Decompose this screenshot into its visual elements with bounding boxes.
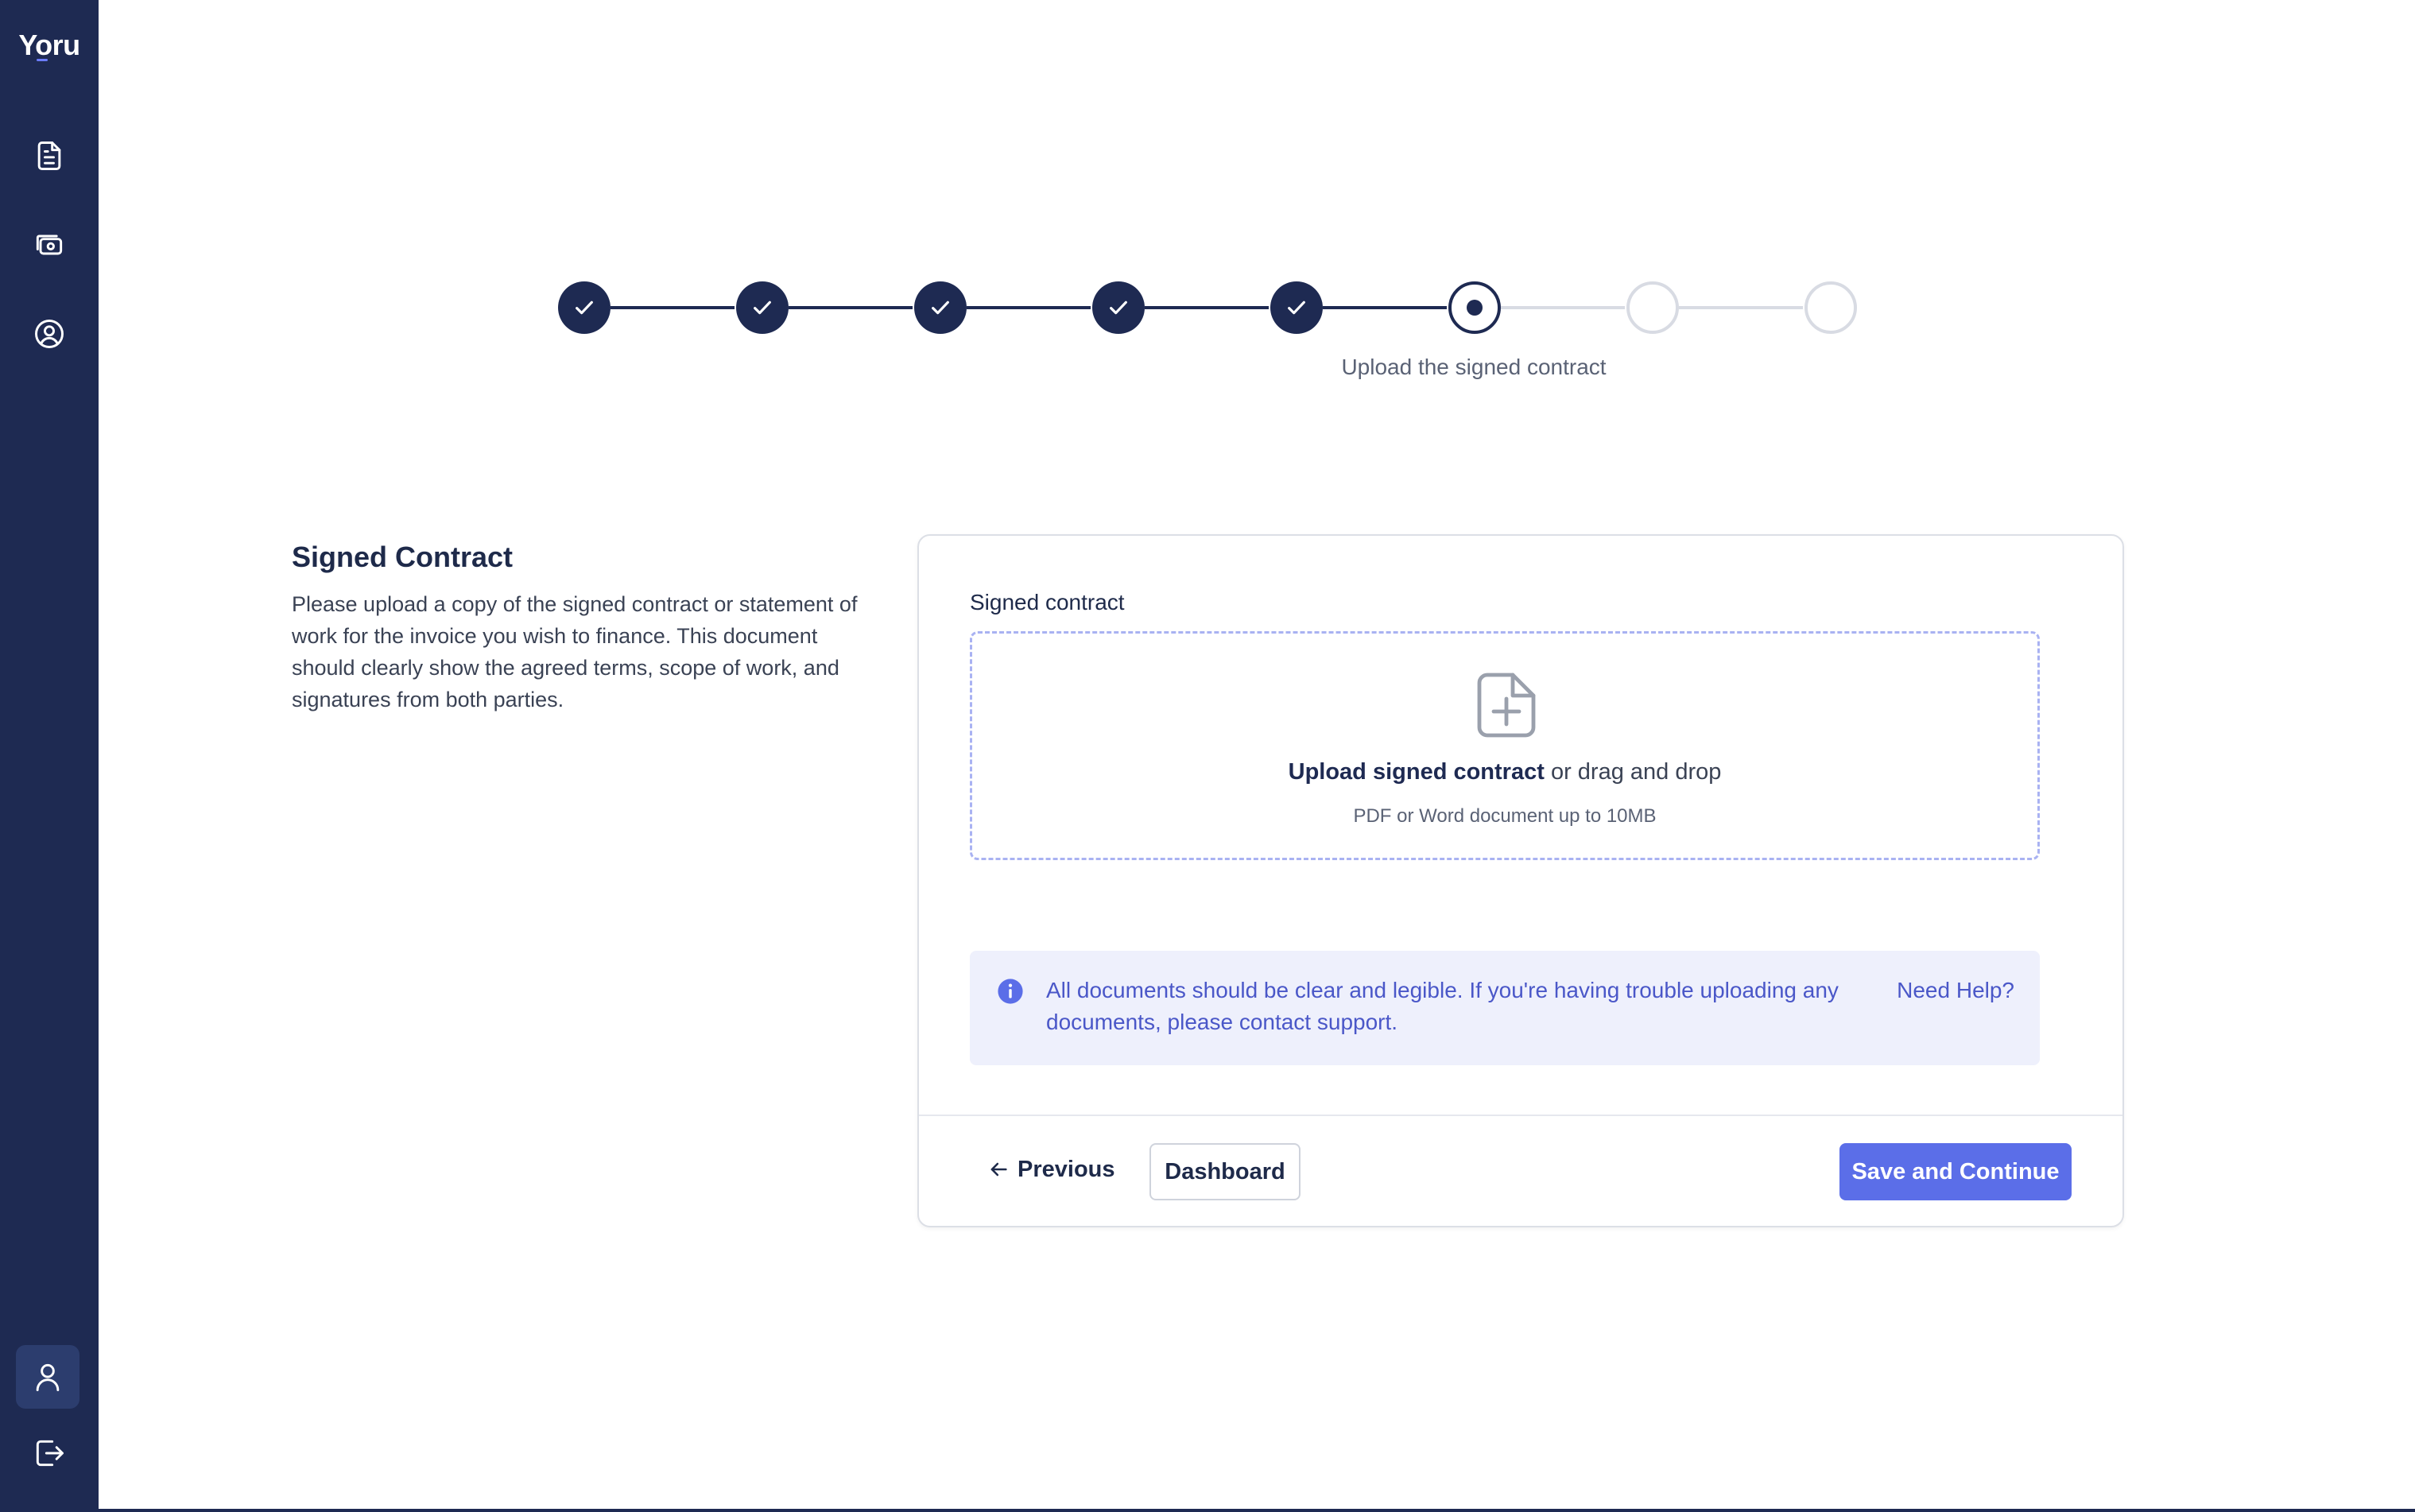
sidebar-item-profile[interactable] xyxy=(16,1345,79,1409)
step-connector xyxy=(1145,306,1269,309)
step-8-pending xyxy=(1804,281,1857,334)
dropzone-hint: PDF or Word document up to 10MB xyxy=(1353,805,1657,827)
current-step-dot xyxy=(1467,300,1483,316)
step-connector xyxy=(1501,306,1625,309)
step-2-complete xyxy=(736,281,789,334)
step-4-complete xyxy=(1092,281,1145,334)
step-3-complete xyxy=(914,281,967,334)
dashboard-button[interactable]: Dashboard xyxy=(1149,1143,1301,1200)
file-dropzone[interactable]: Upload signed contract or drag and drop … xyxy=(970,631,2040,860)
step-7-pending xyxy=(1626,281,1679,334)
dropzone-text: Upload signed contract or drag and drop xyxy=(972,759,2037,785)
step-6-current xyxy=(1448,281,1501,334)
check-icon xyxy=(576,300,593,315)
sidebar-item-logout[interactable] xyxy=(27,1431,72,1475)
check-icon xyxy=(1110,300,1127,315)
previous-label: Previous xyxy=(1018,1156,1115,1182)
info-text: All documents should be clear and legibl… xyxy=(1046,978,1839,1034)
step-1-complete xyxy=(558,281,611,334)
drag-drop-text: or drag and drop xyxy=(1544,759,1722,785)
previous-button[interactable]: Previous xyxy=(987,1150,1115,1189)
progress-stepper: Upload the signed contract xyxy=(0,0,2415,413)
card-divider xyxy=(919,1115,2122,1116)
bottom-edge xyxy=(0,1509,2415,1512)
file-add-icon xyxy=(1477,673,1536,738)
need-help-link[interactable]: Need Help? xyxy=(1897,975,2014,1006)
step-5-complete xyxy=(1270,281,1323,334)
current-step-label: Upload the signed contract xyxy=(1341,355,1607,379)
check-icon xyxy=(1288,300,1305,315)
logout-icon xyxy=(36,1440,64,1467)
section-title: Signed Contract xyxy=(292,541,514,573)
field-label: Signed contract xyxy=(970,590,1125,614)
arrow-left-icon xyxy=(990,1162,1007,1177)
info-alert: All documents should be clear and legibl… xyxy=(970,951,2040,1065)
user-icon xyxy=(36,1363,60,1391)
upload-link[interactable]: Upload signed contract xyxy=(1289,759,1545,785)
step-connector xyxy=(789,306,913,309)
step-connector xyxy=(1323,306,1447,309)
check-icon xyxy=(754,300,771,315)
info-icon xyxy=(998,979,1023,1004)
check-icon xyxy=(932,300,949,315)
upload-card: Signed contract Upload signed contract o… xyxy=(917,534,2124,1227)
step-connector xyxy=(611,306,735,309)
save-and-continue-button[interactable]: Save and Continue xyxy=(1839,1143,2072,1200)
section-description: Please upload a copy of the signed contr… xyxy=(292,592,858,711)
step-connector xyxy=(967,306,1091,309)
step-connector xyxy=(1679,306,1803,309)
